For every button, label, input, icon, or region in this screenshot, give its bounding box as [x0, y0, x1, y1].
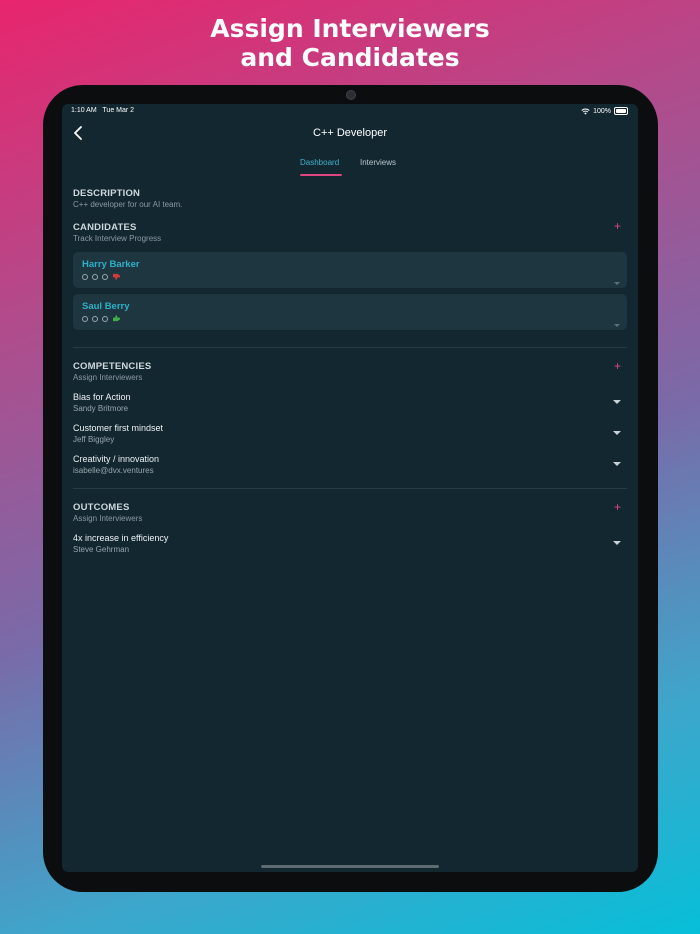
competency-interviewer: isabelle@dvx.ventures	[73, 466, 154, 475]
progress-circle-icon	[102, 273, 108, 280]
expand-chevron-icon[interactable]	[614, 324, 620, 327]
competency-interviewer: Jeff Biggley	[73, 435, 115, 444]
competencies-heading: COMPETENCIES	[73, 361, 152, 372]
competency-title: Bias for Action	[73, 392, 131, 402]
progress-circle-icon	[82, 315, 88, 322]
headline-line-2: and Candidates	[240, 43, 460, 72]
wifi-icon	[581, 108, 590, 115]
status-time: 1:10 AM	[71, 107, 97, 114]
add-competency-button[interactable]: +	[614, 360, 621, 372]
add-candidate-button[interactable]: +	[614, 220, 621, 232]
status-right: 100%	[581, 107, 628, 115]
competency-title: Customer first mindset	[73, 423, 164, 433]
outcomes-subtitle: Assign Interviewers	[73, 514, 143, 523]
competency-interviewer: Sandy Britmore	[73, 404, 129, 413]
candidate-card-harry-barker[interactable]: Harry Barker	[73, 252, 627, 288]
nav-bar: C++ Developer	[62, 122, 638, 146]
progress-circle-icon	[92, 273, 98, 280]
outcome-interviewer: Steve Gehrman	[73, 545, 130, 554]
expand-chevron-icon[interactable]	[614, 282, 620, 285]
headline-line-1: Assign Interviewers	[210, 14, 490, 43]
candidates-subtitle: Track Interview Progress	[73, 234, 162, 243]
candidate-name: Harry Barker	[82, 259, 140, 270]
home-indicator[interactable]	[261, 865, 439, 868]
competency-title: Creativity / innovation	[73, 454, 160, 464]
app-screen: 1:10 AM Tue Mar 2 100% C++ Developer Das…	[62, 104, 638, 872]
interview-progress	[82, 315, 121, 322]
battery-icon	[614, 107, 628, 115]
candidates-heading: CANDIDATES	[73, 222, 137, 233]
add-outcome-button[interactable]: +	[614, 501, 621, 513]
candidate-name: Saul Berry	[82, 301, 130, 312]
progress-circle-icon	[102, 315, 108, 322]
status-bar: 1:10 AM Tue Mar 2 100%	[62, 104, 638, 118]
section-divider	[73, 488, 627, 489]
dropdown-caret-icon[interactable]	[613, 431, 621, 435]
outcomes-heading: OUTCOMES	[73, 502, 130, 513]
thumbs-down-icon	[113, 273, 120, 280]
outcome-title: 4x increase in efficiency	[73, 533, 169, 543]
description-text: C++ developer for our AI team.	[73, 200, 183, 209]
thumbs-up-icon	[113, 315, 120, 322]
description-heading: DESCRIPTION	[73, 188, 141, 199]
tab-active-indicator	[300, 174, 342, 176]
tab-bar: Dashboard Interviews	[62, 156, 638, 178]
progress-circle-icon	[92, 315, 98, 322]
headline: Assign Interviewers and Candidates	[0, 14, 700, 72]
candidate-card-saul-berry[interactable]: Saul Berry	[73, 294, 627, 330]
status-date: Tue Mar 2	[102, 107, 135, 114]
progress-circle-icon	[82, 273, 88, 280]
dropdown-caret-icon[interactable]	[613, 400, 621, 404]
interview-progress	[82, 273, 121, 280]
tab-interviews[interactable]: Interviews	[360, 158, 396, 167]
battery-percent: 100%	[593, 107, 611, 115]
competencies-subtitle: Assign Interviewers	[73, 373, 143, 382]
page-title: C++ Developer	[313, 127, 387, 139]
tablet-frame: 1:10 AM Tue Mar 2 100% C++ Developer Das…	[43, 85, 658, 892]
status-time-date: 1:10 AM Tue Mar 2	[71, 107, 134, 114]
camera-icon	[346, 90, 356, 100]
dropdown-caret-icon[interactable]	[613, 541, 621, 545]
tab-dashboard[interactable]: Dashboard	[300, 158, 339, 167]
section-divider	[73, 347, 627, 348]
dropdown-caret-icon[interactable]	[613, 462, 621, 466]
